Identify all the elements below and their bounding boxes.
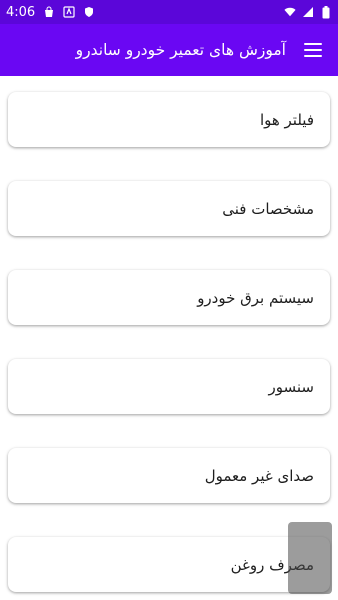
list-item-sensor[interactable]: سنسور: [8, 359, 330, 414]
list-item-oil-consumption[interactable]: مصرف روغن: [8, 537, 330, 592]
list-item-specifications[interactable]: مشخصات فنی: [8, 181, 330, 236]
hamburger-menu-icon[interactable]: [304, 43, 322, 57]
list-item-label: مشخصات فنی: [222, 199, 314, 218]
list-item-label: صدای غیر معمول: [204, 466, 314, 485]
status-bar: 4:06: [0, 0, 338, 24]
signal-icon: [302, 6, 314, 18]
app-notification-icon: [63, 6, 75, 18]
status-time: 4:06: [6, 4, 36, 20]
list-item-label: سیستم برق خودرو: [197, 288, 314, 307]
list-item-electrical-system[interactable]: سیستم برق خودرو: [8, 270, 330, 325]
wifi-icon: [284, 6, 296, 18]
app-title: آموزش های تعمیر خودرو ساندرو: [75, 41, 286, 59]
list-item-label: سنسور: [268, 377, 314, 396]
list-item-air-filter[interactable]: فیلتر هوا: [8, 92, 330, 147]
shopping-bag-icon: [43, 6, 55, 18]
app-bar: آموزش های تعمیر خودرو ساندرو: [0, 24, 338, 76]
shield-icon: [83, 6, 95, 18]
battery-icon: [320, 5, 332, 18]
list-item-label: فیلتر هوا: [259, 110, 314, 129]
list-item-unusual-noise[interactable]: صدای غیر معمول: [8, 448, 330, 503]
watermark-logo-icon: [288, 522, 332, 594]
